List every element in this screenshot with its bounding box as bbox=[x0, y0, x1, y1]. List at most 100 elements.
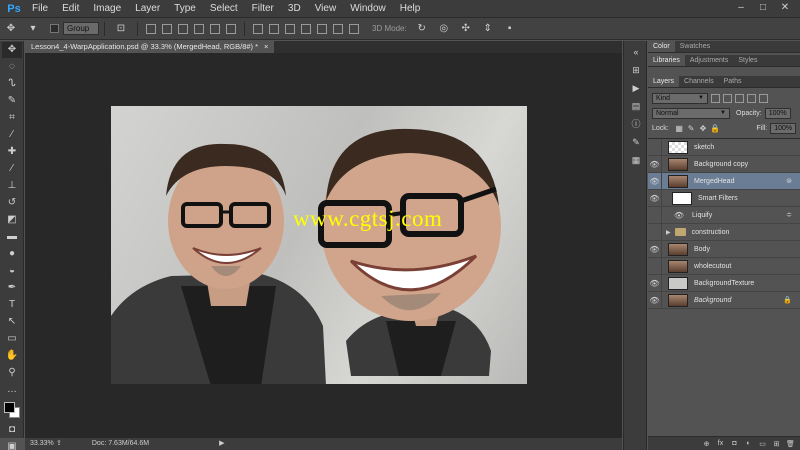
healing-brush-tool-icon[interactable]: ✚ bbox=[2, 144, 22, 160]
canvas-area[interactable]: www.cgtsj.com bbox=[25, 53, 622, 438]
filter-options-icon[interactable]: ≑ bbox=[786, 211, 792, 219]
auto-align-icon[interactable] bbox=[349, 23, 359, 34]
layer-row-backgroundtexture[interactable]: 👁 BackgroundTexture bbox=[648, 275, 800, 292]
align-top-icon[interactable] bbox=[146, 23, 156, 34]
distribute-right-icon[interactable] bbox=[333, 23, 343, 34]
filter-adjustment-icon[interactable] bbox=[723, 94, 732, 103]
layer-row-mergedhead[interactable]: 👁 MergedHead ⊛ bbox=[648, 173, 800, 190]
maximize-button[interactable]: □ bbox=[752, 0, 774, 16]
menu-layer[interactable]: Layer bbox=[128, 0, 167, 18]
distribute-center-icon[interactable] bbox=[317, 23, 327, 34]
crop-tool-icon[interactable]: ⌗ bbox=[2, 110, 22, 126]
visibility-eye-icon[interactable]: 👁 bbox=[648, 262, 661, 271]
tab-channels[interactable]: Channels bbox=[679, 76, 719, 87]
layer-row-smart-filters[interactable]: 👁 Smart Filters bbox=[648, 190, 800, 207]
3d-scale-icon[interactable]: ▪ bbox=[503, 23, 517, 35]
layer-row-body[interactable]: 👁 Body bbox=[648, 241, 800, 258]
document-tab[interactable]: Lesson4_4-WarpApplication.psd @ 33.3% (M… bbox=[25, 41, 275, 53]
tab-paths[interactable]: Paths bbox=[719, 76, 747, 87]
close-tab-icon[interactable]: × bbox=[264, 41, 268, 53]
move-tool-icon[interactable]: ✥ bbox=[4, 23, 18, 35]
lock-all-icon[interactable]: 🔒 bbox=[710, 124, 720, 133]
visibility-eye-icon[interactable]: 👁 bbox=[648, 177, 661, 186]
3d-slide-icon[interactable]: ⇕ bbox=[481, 23, 495, 35]
layer-filter-dropdown[interactable]: Kind ▼ bbox=[652, 93, 708, 104]
blend-mode-dropdown[interactable]: Normal ▼ bbox=[652, 108, 730, 119]
color-swatches[interactable] bbox=[2, 400, 22, 420]
filter-smart-object-icon[interactable] bbox=[759, 94, 768, 103]
lock-transparency-icon[interactable]: ▦ bbox=[675, 124, 684, 133]
distribute-middle-icon[interactable] bbox=[269, 23, 279, 34]
align-center-icon[interactable] bbox=[210, 23, 220, 34]
filter-shape-icon[interactable] bbox=[747, 94, 756, 103]
visibility-eye-icon[interactable]: 👁 bbox=[648, 143, 661, 152]
gradient-tool-icon[interactable]: ▬ bbox=[2, 229, 22, 245]
adjustment-layer-icon[interactable]: ◐ bbox=[743, 440, 754, 447]
lock-position-icon[interactable]: ✥ bbox=[698, 124, 707, 133]
auto-select-dropdown[interactable]: Group bbox=[63, 22, 99, 35]
more-tools-icon[interactable]: … bbox=[2, 382, 22, 398]
align-middle-icon[interactable] bbox=[162, 23, 172, 34]
new-layer-icon[interactable]: ⊞ bbox=[771, 440, 782, 448]
menu-3d[interactable]: 3D bbox=[281, 0, 308, 18]
filter-pixel-icon[interactable] bbox=[711, 94, 720, 103]
blur-tool-icon[interactable]: ● bbox=[2, 246, 22, 262]
layer-style-icon[interactable]: fx bbox=[715, 440, 726, 447]
quick-mask-icon[interactable]: ◘ bbox=[2, 422, 22, 438]
properties-icon[interactable]: ▤ bbox=[628, 99, 644, 113]
tab-swatches[interactable]: Swatches bbox=[675, 41, 715, 52]
visibility-eye-icon[interactable]: 👁 bbox=[648, 279, 661, 288]
menu-edit[interactable]: Edit bbox=[55, 0, 86, 18]
menu-help[interactable]: Help bbox=[393, 0, 428, 18]
tab-color[interactable]: Color bbox=[648, 41, 675, 52]
visibility-eye-icon[interactable]: 👁 bbox=[648, 160, 661, 169]
history-icon[interactable]: ⊞ bbox=[628, 63, 644, 77]
distribute-left-icon[interactable] bbox=[301, 23, 311, 34]
add-mask-icon[interactable]: ◘ bbox=[729, 440, 740, 447]
lock-pixels-icon[interactable]: ✎ bbox=[687, 124, 696, 133]
visibility-eye-icon[interactable]: 👁 bbox=[648, 194, 661, 203]
menu-select[interactable]: Select bbox=[203, 0, 245, 18]
move-tool-icon[interactable]: ✥ bbox=[2, 42, 22, 58]
visibility-eye-icon[interactable]: 👁 bbox=[648, 245, 661, 254]
hand-tool-icon[interactable]: ✋ bbox=[2, 348, 22, 364]
type-tool-icon[interactable]: T bbox=[2, 297, 22, 313]
pen-tool-icon[interactable]: ✒ bbox=[2, 280, 22, 296]
tab-libraries[interactable]: Libraries bbox=[648, 55, 685, 66]
status-menu-arrow-icon[interactable]: ▶ bbox=[219, 438, 224, 450]
visibility-eye-icon[interactable]: 👁 bbox=[648, 211, 661, 220]
align-left-icon[interactable] bbox=[194, 23, 204, 34]
eraser-tool-icon[interactable]: ◩ bbox=[2, 212, 22, 228]
history-brush-tool-icon[interactable]: ↺ bbox=[2, 195, 22, 211]
collapse-icon[interactable]: « bbox=[628, 45, 644, 59]
menu-type[interactable]: Type bbox=[167, 0, 203, 18]
delete-layer-icon[interactable]: 🗑 bbox=[785, 440, 796, 448]
layer-row-construction[interactable]: 👁 ▶ construction bbox=[648, 224, 800, 241]
3d-roll-icon[interactable]: ◎ bbox=[437, 23, 451, 35]
brushes-icon[interactable]: ✎ bbox=[628, 135, 644, 149]
marquee-tool-icon[interactable]: ◌ bbox=[2, 59, 22, 75]
menu-view[interactable]: View bbox=[308, 0, 344, 18]
layer-row-wholecutout[interactable]: 👁 wholecutout bbox=[648, 258, 800, 275]
share-icon[interactable]: ⇪ bbox=[56, 438, 62, 450]
menu-image[interactable]: Image bbox=[86, 0, 128, 18]
layer-row-background[interactable]: 👁 Background 🔒 bbox=[648, 292, 800, 309]
document-canvas[interactable]: www.cgtsj.com bbox=[111, 106, 527, 384]
align-right-icon[interactable] bbox=[226, 23, 236, 34]
fill-field[interactable]: 100% bbox=[770, 123, 796, 134]
tab-layers[interactable]: Layers bbox=[648, 76, 680, 87]
visibility-eye-icon[interactable]: 👁 bbox=[648, 296, 661, 305]
eyedropper-tool-icon[interactable]: ⁄ bbox=[2, 127, 22, 143]
3d-rotate-icon[interactable]: ↻ bbox=[415, 23, 429, 35]
transform-controls-icon[interactable]: ⊡ bbox=[114, 23, 128, 35]
align-bottom-icon[interactable] bbox=[178, 23, 188, 34]
auto-select-checkbox[interactable] bbox=[50, 24, 59, 33]
minimize-button[interactable]: – bbox=[730, 0, 752, 16]
layer-row-background-copy[interactable]: 👁 Background copy bbox=[648, 156, 800, 173]
actions-icon[interactable]: ▶ bbox=[628, 81, 644, 95]
shape-tool-icon[interactable]: ▭ bbox=[2, 331, 22, 347]
tab-styles[interactable]: Styles bbox=[733, 55, 762, 66]
brush-tool-icon[interactable]: ∕ bbox=[2, 161, 22, 177]
path-select-tool-icon[interactable]: ↖ bbox=[2, 314, 22, 330]
adjustments-icon[interactable]: ▦ bbox=[628, 153, 644, 167]
